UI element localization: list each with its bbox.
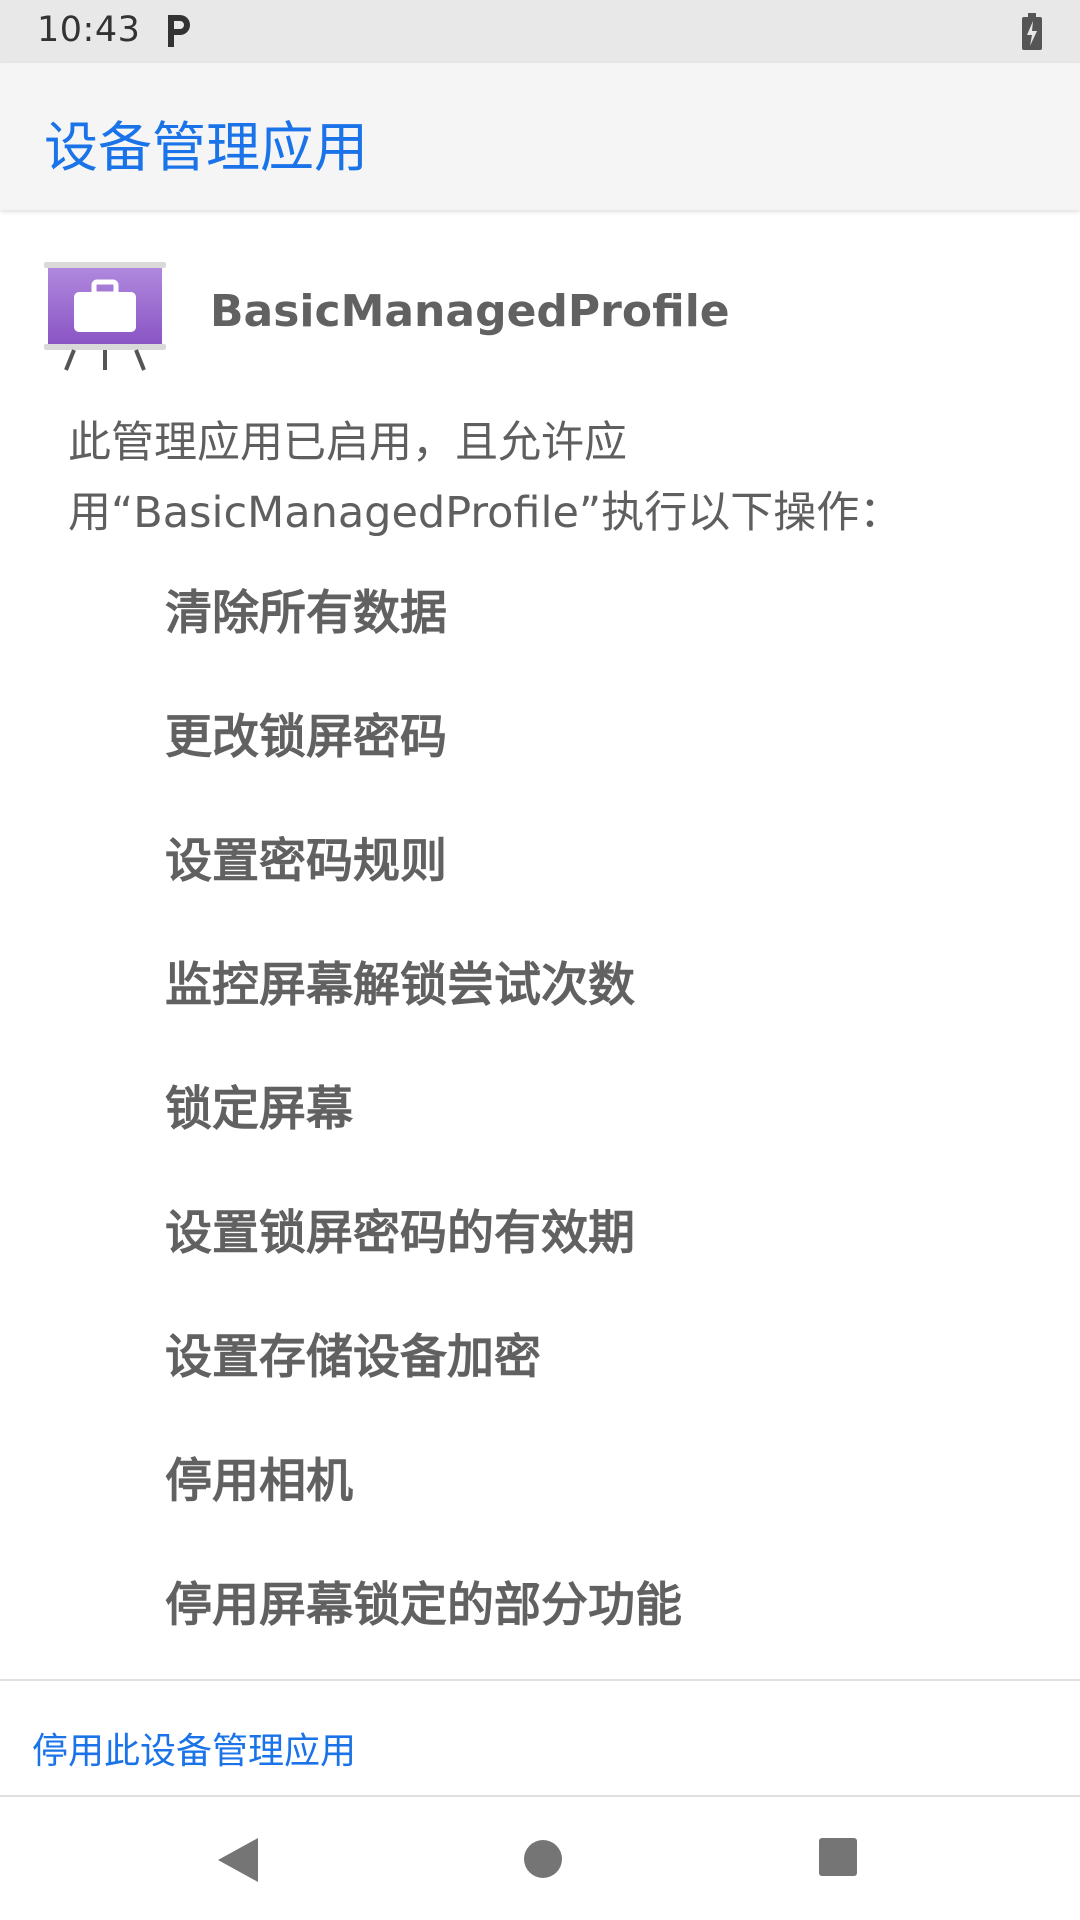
status-time: 10:43 (37, 10, 141, 50)
home-circle-icon[interactable] (520, 1836, 566, 1882)
policy-password-rules: 设置密码规则 (165, 834, 447, 889)
policy-disable-camera: 停用相机 (165, 1454, 353, 1509)
description-line-1: 此管理应用已启用，且允许应 (68, 418, 627, 468)
battery-charging-icon (1022, 13, 1042, 50)
policy-disable-keyguard-features: 停用屏幕锁定的部分功能 (165, 1578, 682, 1633)
deactivate-admin-button[interactable]: 停用此设备管理应用 (32, 1722, 356, 1774)
parking-p-icon (168, 15, 190, 47)
admin-app-name: BasicManagedProfile (210, 286, 730, 337)
policy-force-lock: 锁定屏幕 (165, 1082, 353, 1137)
screen: 10:43 设备管理应用 BasicManagedProfile 此管理应用已启… (0, 0, 1080, 1920)
back-triangle-icon[interactable] (214, 1836, 260, 1884)
page-title: 设备管理应用 (44, 116, 368, 179)
description-line-2: 用“BasicManagedProfile”执行以下操作： (68, 488, 903, 538)
recents-square-icon[interactable] (817, 1836, 859, 1878)
briefcase-presentation-icon (44, 262, 166, 371)
app-bar: 设备管理应用 (0, 63, 1080, 210)
divider-bottom (0, 1795, 1080, 1797)
status-bar: 10:43 (0, 0, 1080, 63)
policy-storage-encryption: 设置存储设备加密 (165, 1330, 541, 1385)
navigation-bar (0, 1798, 1080, 1920)
admin-description: 此管理应用已启用，且允许应 用“BasicManagedProfile”执行以下… (68, 408, 968, 548)
policy-watch-login: 监控屏幕解锁尝试次数 (165, 958, 635, 1013)
policy-change-password: 更改锁屏密码 (165, 710, 447, 765)
policy-password-expiry: 设置锁屏密码的有效期 (165, 1206, 635, 1261)
policy-wipe-data: 清除所有数据 (165, 586, 447, 641)
divider-top (0, 1679, 1080, 1681)
